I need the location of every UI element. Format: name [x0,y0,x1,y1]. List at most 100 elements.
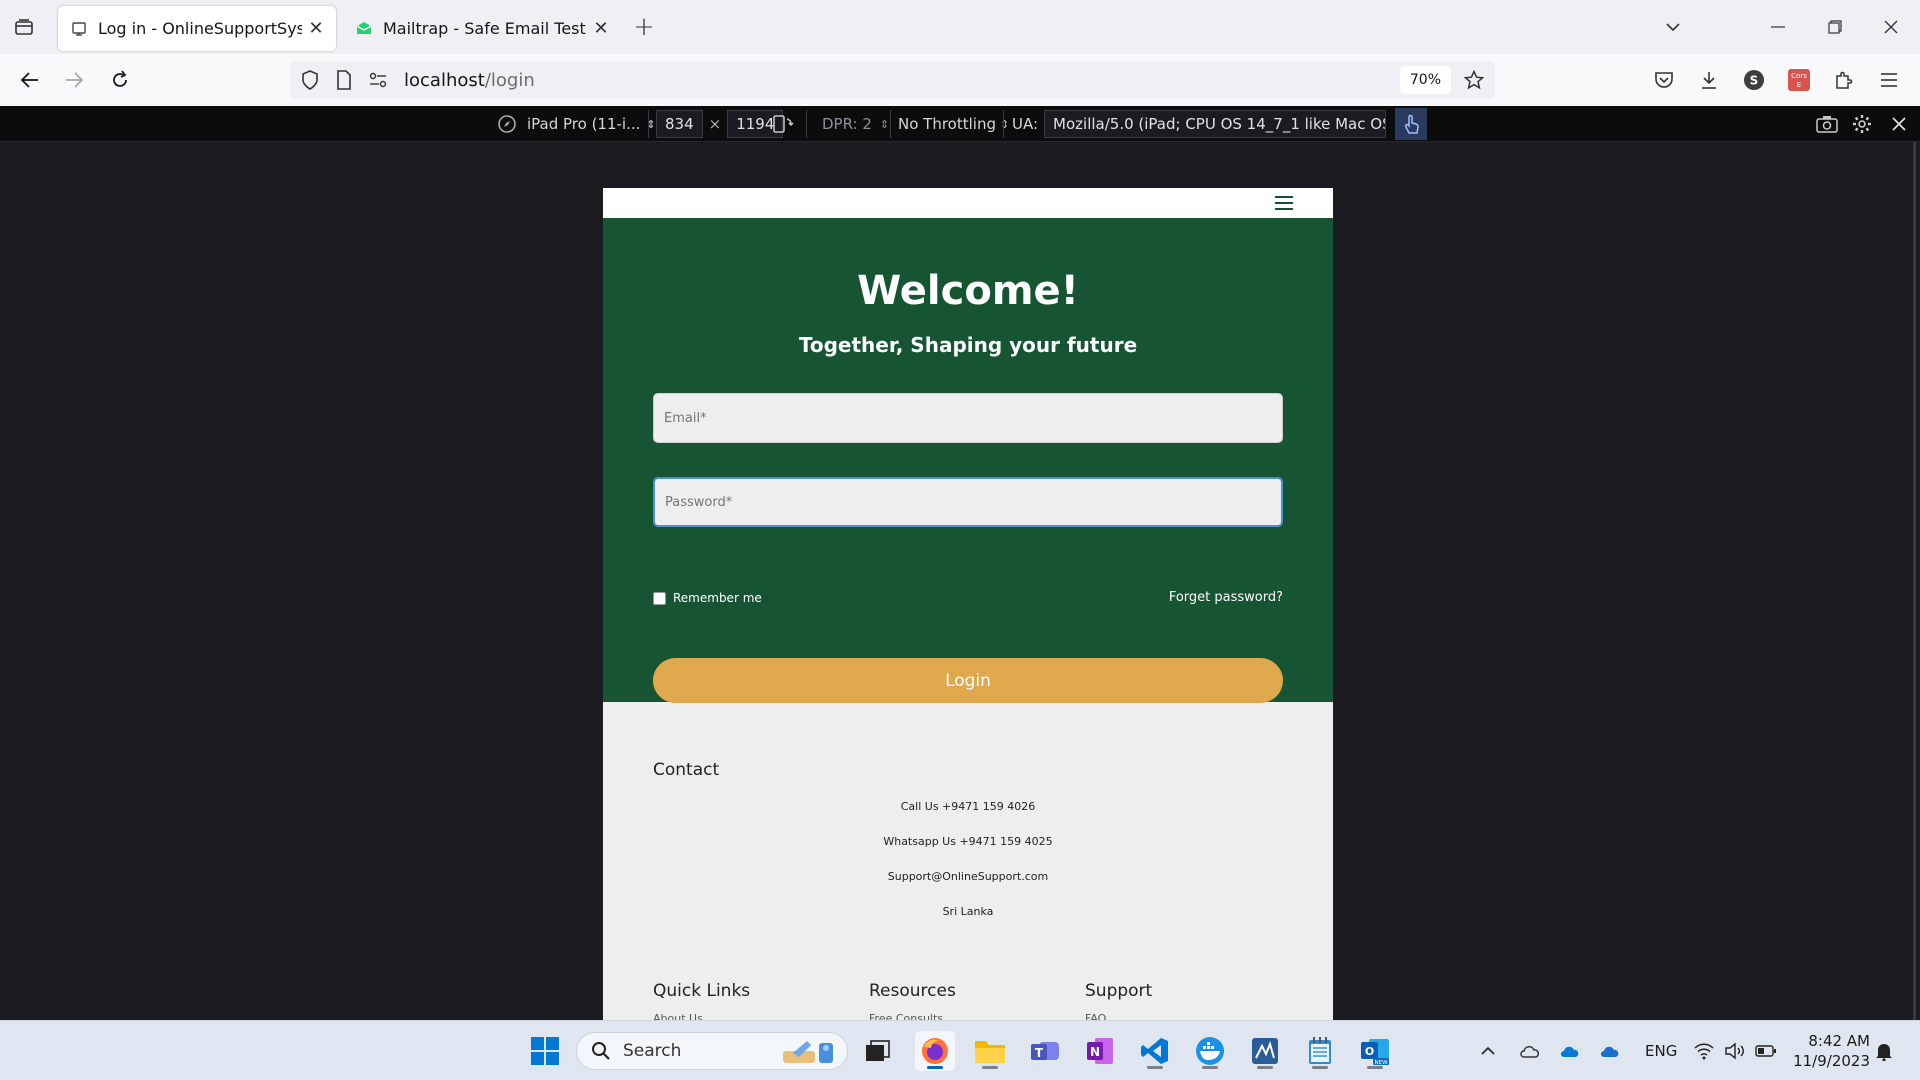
svg-text:O: O [1365,1045,1374,1058]
taskbar-outlook-new-icon[interactable]: O NEW [1355,1031,1395,1071]
search-label: Search [623,1041,682,1061]
search-icon [592,1042,610,1060]
remember-me[interactable]: Remember me [653,591,762,605]
cors-extension-icon[interactable]: Cors E [1783,64,1815,96]
support-heading: Support [1085,981,1153,1001]
show-hidden-icons-icon[interactable] [1480,1021,1496,1080]
contact-whatsapp: Whatsapp Us +9471 159 4025 [883,835,1053,848]
onedrive-icon[interactable] [1558,1021,1582,1080]
user-agent-input[interactable]: Mozilla/5.0 (iPad; CPU OS 14_7_1 like Ma… [1044,110,1387,138]
taskbar-teams-icon[interactable]: T [1025,1031,1065,1071]
email-input[interactable] [653,393,1283,443]
address-bar[interactable]: localhost/login 70% [290,61,1495,99]
taskbar-firefox-icon[interactable] [915,1031,955,1071]
taskbar-search[interactable]: Search [576,1032,848,1070]
downloads-icon[interactable] [1693,64,1725,96]
rotate-viewport-icon[interactable] [772,110,794,138]
page-info-icon[interactable] [330,66,358,94]
password-input[interactable] [653,477,1283,527]
zoom-level-badge[interactable]: 70% [1399,66,1451,94]
input-language[interactable]: ENG [1645,1021,1677,1080]
contact-phone: Call Us +9471 159 4026 [900,800,1036,813]
notifications-bell-icon[interactable] [1875,1021,1893,1080]
remember-me-checkbox[interactable] [653,591,666,605]
task-view-icon[interactable] [858,1031,898,1071]
svg-text:S: S [1750,74,1759,88]
system-clock[interactable]: 8:42 AM 11/9/2023 [1793,1031,1870,1071]
taskbar-onenote-icon[interactable]: N [1080,1031,1120,1071]
close-responsive-mode-icon[interactable] [1891,110,1907,138]
new-tab-icon[interactable]: + [628,11,660,43]
clock-date: 11/9/2023 [1793,1052,1870,1070]
close-tab-icon[interactable]: ✕ [302,15,330,43]
tab-login[interactable]: Log in - OnlineSupportSystem ✕ [58,6,336,51]
responsive-viewport: Welcome! Together, Shaping your future R… [0,142,1920,1020]
settings-gear-icon[interactable] [1852,110,1872,138]
tab-title: Mailtrap - Safe Email Testing [383,19,587,38]
footer-link-consults[interactable]: Free Consults [869,1012,943,1020]
windows-start-icon[interactable] [525,1031,565,1071]
permissions-icon[interactable] [364,66,392,94]
footer-link-faq[interactable]: FAQ [1085,1012,1106,1020]
device-selector[interactable]: iPad Pro (11-i... ⇕ [497,110,656,138]
navigation-toolbar: localhost/login 70% S Cors E [0,54,1920,106]
contact-location: Sri Lanka [942,905,994,918]
tagline: Together, Shaping your future [798,333,1138,357]
svg-text:Cors: Cors [1791,72,1807,80]
volume-icon[interactable] [1724,1021,1746,1080]
contact-email: Support@OnlineSupport.com [887,870,1049,883]
pocket-icon[interactable] [1648,64,1680,96]
taskbar-file-explorer-icon[interactable] [970,1031,1010,1071]
svg-text:E: E [1797,81,1801,89]
list-all-tabs-icon[interactable] [8,11,40,43]
bookmark-star-icon[interactable] [1459,65,1489,95]
chevron-down-icon[interactable] [1650,10,1696,44]
updown-arrow-icon: ⇕ [879,117,890,131]
tab-strip: Log in - OnlineSupportSystem ✕ Mailtrap … [0,0,1920,54]
close-tab-icon[interactable]: ✕ [587,15,615,43]
hamburger-menu-icon[interactable] [1275,196,1293,210]
reload-icon[interactable] [104,64,136,96]
forgot-password-link[interactable]: Forget password? [1169,590,1283,605]
wifi-icon[interactable] [1693,1021,1715,1080]
tracking-protection-shield-icon[interactable] [296,66,324,94]
login-button[interactable]: Login [653,658,1283,703]
touch-simulation-icon[interactable] [1395,108,1427,140]
taskbar-notepad-icon[interactable] [1300,1031,1340,1071]
search-highlight-illustration-icon [781,1037,837,1072]
viewport-width-input[interactable]: 834 [656,110,703,138]
tab-title: Log in - OnlineSupportSystem [98,19,302,38]
account-avatar-icon[interactable]: S [1738,64,1770,96]
minimize-icon[interactable] [1755,10,1801,44]
taskbar-vscode-icon[interactable] [1135,1031,1175,1071]
login-hero-section: Welcome! Together, Shaping your future R… [603,218,1333,703]
remember-me-label: Remember me [673,591,762,605]
updown-arrow-icon: ⇕ [999,117,1010,131]
svg-text:T: T [1035,1046,1044,1060]
svg-text:N: N [1090,1045,1100,1059]
dpr-selector[interactable]: DPR: 2 ⇕ [822,110,889,138]
clock-time: 8:42 AM [1808,1032,1870,1050]
onedrive-secondary-icon[interactable] [1598,1021,1622,1080]
extensions-puzzle-icon[interactable] [1828,64,1860,96]
taskbar-ssms-icon[interactable] [1245,1031,1285,1071]
viewport-scrollbar[interactable] [1913,142,1916,1020]
close-window-icon[interactable] [1868,10,1914,44]
contact-heading: Contact [653,760,720,780]
resources-heading: Resources [869,981,956,1001]
url-text[interactable]: localhost/login [404,70,1400,91]
page-favicon-icon [70,20,88,38]
throttling-selector[interactable]: No Throttling ⇕ [898,110,1009,138]
restore-icon[interactable] [1812,10,1858,44]
tab-mailtrap[interactable]: Mailtrap - Safe Email Testing ✕ [343,6,621,51]
footer-link-about[interactable]: About Us [653,1012,703,1020]
app-menu-icon[interactable] [1873,64,1905,96]
screenshot-camera-icon[interactable] [1816,110,1838,138]
cloud-outline-icon[interactable] [1518,1021,1542,1080]
battery-icon[interactable] [1755,1021,1777,1080]
forward-icon[interactable] [58,64,90,96]
taskbar-docker-icon[interactable] [1190,1031,1230,1071]
login-page: Welcome! Together, Shaping your future R… [603,188,1333,1020]
dimension-separator: × [708,115,722,133]
back-icon[interactable] [14,64,46,96]
